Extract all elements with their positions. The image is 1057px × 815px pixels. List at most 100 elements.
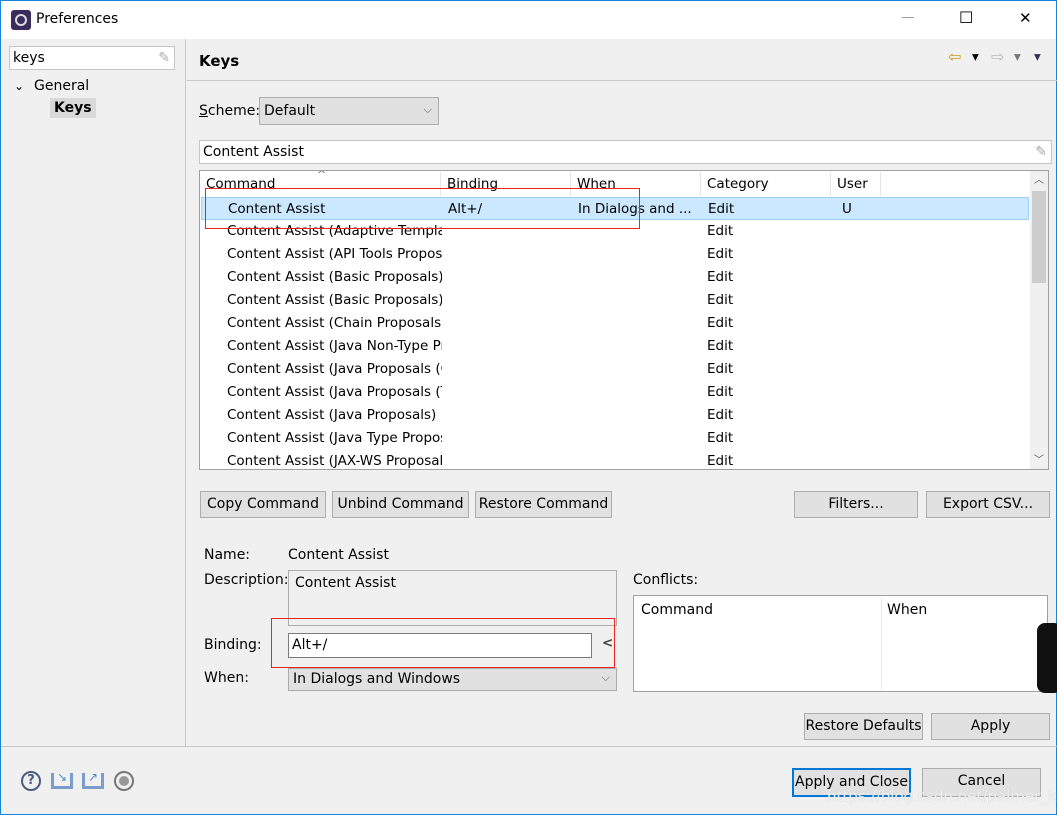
cell-command: Content Assist (Basic Proposals) <box>227 292 442 308</box>
column-header-category[interactable]: Category <box>701 172 831 196</box>
cell-category: Edit <box>707 453 734 469</box>
cell-category: Edit <box>707 361 734 377</box>
export-csv-button[interactable]: Export CSV... <box>926 491 1050 518</box>
cell-category: Edit <box>707 269 734 285</box>
table-row[interactable]: Content Assist (Java Proposals) Edit <box>201 404 1029 427</box>
cell-command: Content Assist (Java Proposals (Ta <box>227 384 442 400</box>
cell-command: Content Assist (Java Type Propos <box>227 430 442 446</box>
cell-category: Edit <box>707 246 734 262</box>
cell-command: Content Assist (JAX-WS Proposal <box>227 453 442 469</box>
title-bar: Preferences — ☐ ✕ <box>1 1 1056 39</box>
binding-menu-button[interactable]: < <box>602 635 613 651</box>
forward-icon[interactable]: ⇨ <box>991 47 1004 66</box>
label: Export CSV... <box>942 496 1034 512</box>
cell-binding: Alt+/ <box>448 201 483 217</box>
tree-item-general[interactable]: General <box>34 78 89 94</box>
preferences-window: Preferences — ☐ ✕ keys ✎ ⌄ General Keys K… <box>0 0 1057 815</box>
eclipse-logo-icon <box>11 10 31 30</box>
window-title: Preferences <box>36 11 119 27</box>
cell-when: In Dialogs and ... <box>578 201 692 217</box>
table-row[interactable]: Content Assist (API Tools Proposa Edit <box>201 243 1029 266</box>
table-row[interactable]: Content Assist (Basic Proposals) Edit <box>201 289 1029 312</box>
back-icon[interactable]: ⇦ <box>948 47 961 66</box>
restore-command-button[interactable]: Restore Command <box>475 491 612 518</box>
binding-input[interactable]: Alt+/ <box>288 633 592 658</box>
when-label: When: <box>204 670 249 686</box>
sidebar-filter-input[interactable]: keys ✎ <box>9 46 175 70</box>
column-divider <box>881 598 882 690</box>
watermark: https://blog.csdn.net/palmer_kai <box>827 787 1057 805</box>
cell-category: Edit <box>708 201 735 217</box>
description-field[interactable]: Content Assist <box>288 570 617 626</box>
apply-button[interactable]: Apply <box>931 713 1050 740</box>
clear-icon[interactable]: ✎ <box>1035 144 1047 160</box>
cell-category: Edit <box>707 384 734 400</box>
table-row[interactable]: Content Assist Alt+/ In Dialogs and ... Edi… <box>201 197 1029 220</box>
cell-command: Content Assist (Java Non-Type Pr <box>227 338 442 354</box>
table-row[interactable]: Content Assist (Java Proposals (C Edit <box>201 358 1029 381</box>
page-title: Keys <box>199 52 240 70</box>
scroll-down-icon[interactable]: ﹀ <box>1034 451 1044 466</box>
table-row[interactable]: Content Assist (JAX-WS Proposal Edit <box>201 450 1029 469</box>
forward-dropdown-icon[interactable]: ▾ <box>1014 49 1021 65</box>
sidebar-divider[interactable] <box>185 39 186 746</box>
description-text: Content Assist <box>295 575 396 591</box>
column-header-user[interactable]: User <box>831 172 881 196</box>
cell-command: Content Assist (Basic Proposals) <box>227 269 442 285</box>
table-scrollbar[interactable]: ︿ ﹀ <box>1030 171 1048 469</box>
cell-category: Edit <box>707 430 734 446</box>
import-icon[interactable]: ↘ <box>51 771 73 789</box>
filters-button[interactable]: Filters... <box>794 491 918 518</box>
minimize-button[interactable]: — <box>901 9 915 25</box>
binding-text: Alt+/ <box>292 637 328 653</box>
scheme-label: Scheme: <box>199 103 261 119</box>
table-row[interactable]: Content Assist (Adaptive Templa Edit <box>201 220 1029 243</box>
description-label: Description: <box>204 572 289 588</box>
cell-category: Edit <box>707 223 734 239</box>
table-row[interactable]: Content Assist (Java Type Propos Edit <box>201 427 1029 450</box>
chevron-down-icon: ⌵ <box>423 103 432 116</box>
filter-text: keys <box>13 50 45 66</box>
conflicts-label: Conflicts: <box>633 572 699 588</box>
conflicts-column-command[interactable]: Command <box>641 602 713 618</box>
table-row[interactable]: Content Assist (Java Proposals (Ta Edit <box>201 381 1029 404</box>
scheme-select[interactable]: Default ⌵ <box>259 97 439 125</box>
unbind-command-button[interactable]: Unbind Command <box>332 491 469 518</box>
back-dropdown-icon[interactable]: ▾ <box>972 49 979 65</box>
cell-command: Content Assist (Java Proposals (C <box>227 361 442 377</box>
export-icon[interactable]: ↗ <box>82 771 104 789</box>
cell-category: Edit <box>707 338 734 354</box>
command-filter-input[interactable]: Content Assist ✎ <box>199 140 1052 164</box>
cell-command: Content Assist <box>228 201 326 217</box>
scrollbar-thumb[interactable] <box>1032 191 1046 283</box>
scheme-value: Default <box>264 103 316 119</box>
view-menu-icon[interactable]: ▾ <box>1034 49 1041 65</box>
table-row[interactable]: Content Assist (Basic Proposals) Edit <box>201 266 1029 289</box>
maximize-button[interactable]: ☐ <box>959 8 973 27</box>
scroll-up-icon[interactable]: ︿ <box>1034 171 1044 186</box>
record-icon[interactable] <box>114 771 134 791</box>
tree-expand-icon[interactable]: ⌄ <box>14 79 24 93</box>
label: Copy Command <box>207 496 319 512</box>
label: Filters... <box>828 496 884 512</box>
when-select[interactable]: In Dialogs and Windows ⌵ <box>288 668 617 691</box>
chevron-down-icon: ⌵ <box>601 671 610 684</box>
overlay-widget <box>1037 623 1057 693</box>
column-header-binding[interactable]: Binding <box>441 172 571 196</box>
restore-defaults-button[interactable]: Restore Defaults <box>804 713 923 740</box>
conflicts-column-when[interactable]: When <box>887 602 927 618</box>
table-row[interactable]: Content Assist (Java Non-Type Pr Edit <box>201 335 1029 358</box>
column-header-when[interactable]: When <box>571 172 701 196</box>
label: Apply <box>970 718 1011 734</box>
help-icon[interactable]: ? <box>21 771 41 791</box>
copy-command-button[interactable]: Copy Command <box>200 491 326 518</box>
label: Unbind Command <box>337 496 464 512</box>
cell-category: Edit <box>707 407 734 423</box>
tree-item-keys[interactable]: Keys <box>50 98 96 118</box>
close-button[interactable]: ✕ <box>1019 9 1032 27</box>
table-row[interactable]: Content Assist (Chain Proposals (Edit <box>201 312 1029 335</box>
clear-icon[interactable]: ✎ <box>158 50 170 66</box>
keys-table: Command Binding When Category User ^ Con… <box>199 170 1049 470</box>
cell-category: Edit <box>707 315 734 331</box>
header-separator <box>187 80 1057 81</box>
